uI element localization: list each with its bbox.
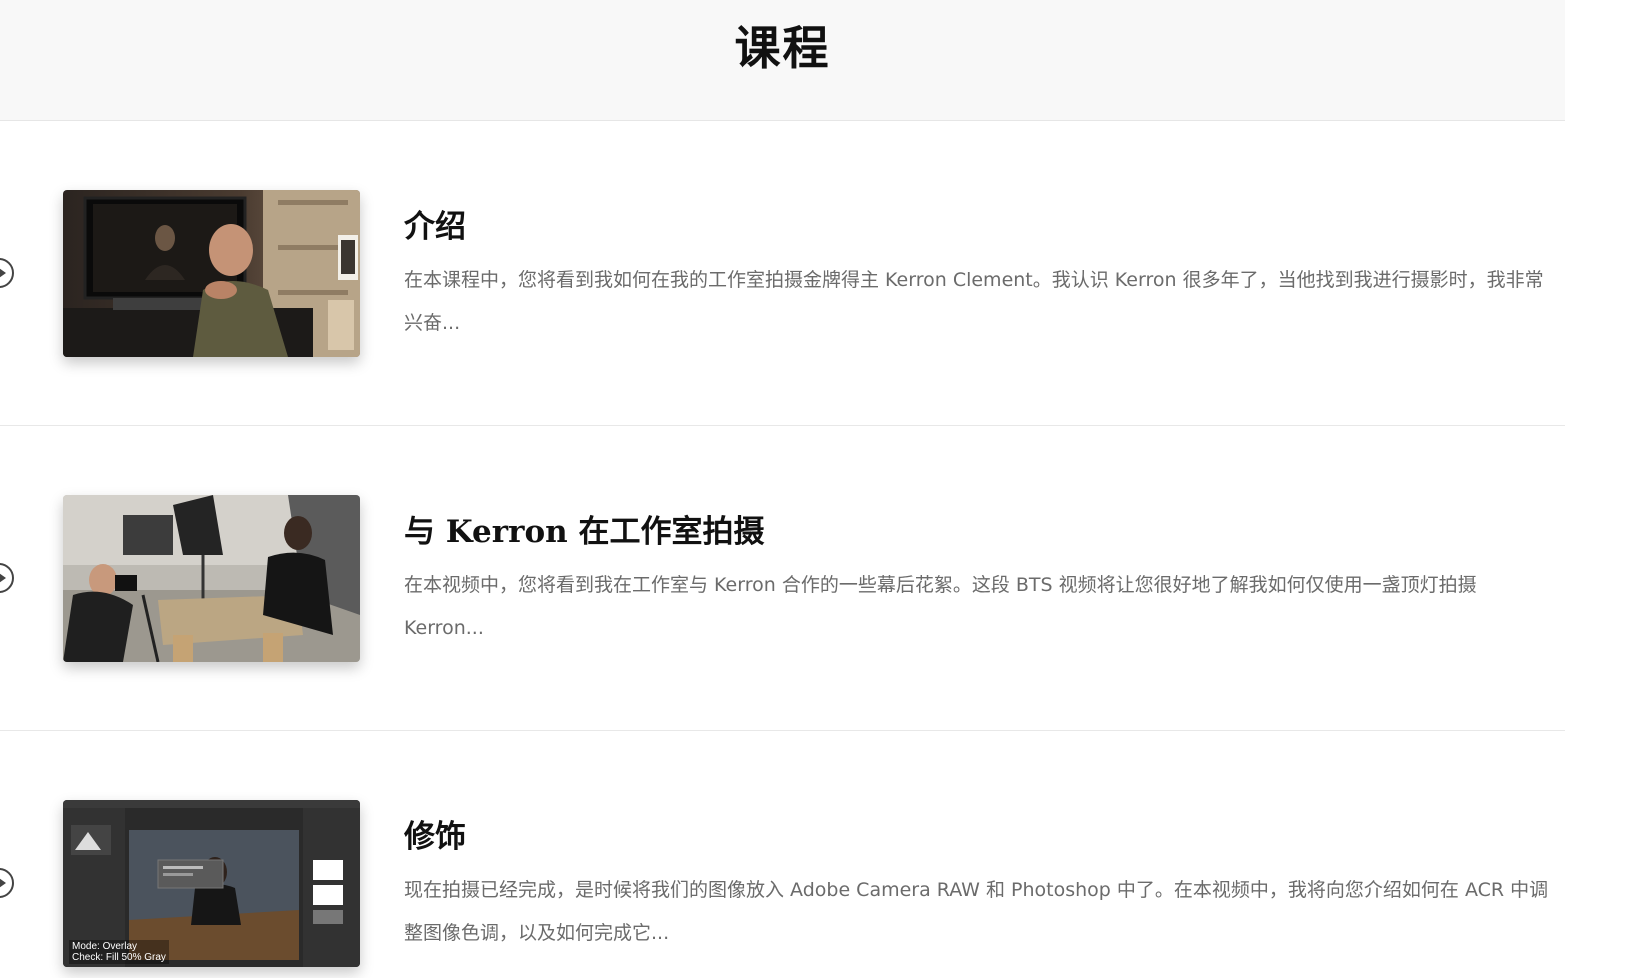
lesson-item-studio-shoot[interactable]: 与 Kerron 在工作室拍摄 在本视频中，您将看到我在工作室与 Kerron … [0, 426, 1565, 731]
lesson-title[interactable]: 介绍 [404, 201, 466, 246]
lesson-description: 在本视频中，您将看到我在工作室与 Kerron 合作的一些幕后花絮。这段 BTS… [404, 574, 1477, 639]
lesson-thumbnail[interactable] [63, 495, 360, 662]
video-thumbnail-studio [63, 495, 360, 662]
lesson-item-intro[interactable]: 介绍 在本课程中，您将看到我如何在我的工作室拍摄金牌得主 Kerron Clem… [0, 121, 1565, 426]
lesson-title[interactable]: 与 Kerron 在工作室拍摄 [404, 506, 764, 551]
lesson-description: 现在拍摄已经完成，是时候将我们的图像放入 Adobe Camera RAW 和 … [404, 879, 1549, 944]
play-circle-icon[interactable] [0, 561, 16, 595]
lesson-thumbnail[interactable] [63, 190, 360, 357]
video-thumbnail-interview [63, 190, 360, 357]
lesson-description: 在本课程中，您将看到我如何在我的工作室拍摄金牌得主 Kerron Clement… [404, 269, 1544, 334]
play-circle-icon[interactable] [0, 866, 16, 900]
lesson-thumbnail[interactable]: Mode: Overlay Check: Fill 50% Gray [63, 800, 360, 967]
course-page: 课程 介绍 在本课程中，您将看到我如何在我的工作室拍摄金牌得主 Kerron C… [0, 0, 1637, 978]
thumbnail-overlay-caption: Mode: Overlay Check: Fill 50% Gray [69, 940, 169, 964]
page-title: 课程 [734, 21, 831, 75]
lesson-item-retouching[interactable]: Mode: Overlay Check: Fill 50% Gray 修饰 现在… [0, 731, 1565, 978]
play-circle-icon[interactable] [0, 256, 16, 290]
course-header: 课程 [0, 0, 1565, 121]
lesson-title[interactable]: 修饰 [404, 811, 466, 856]
